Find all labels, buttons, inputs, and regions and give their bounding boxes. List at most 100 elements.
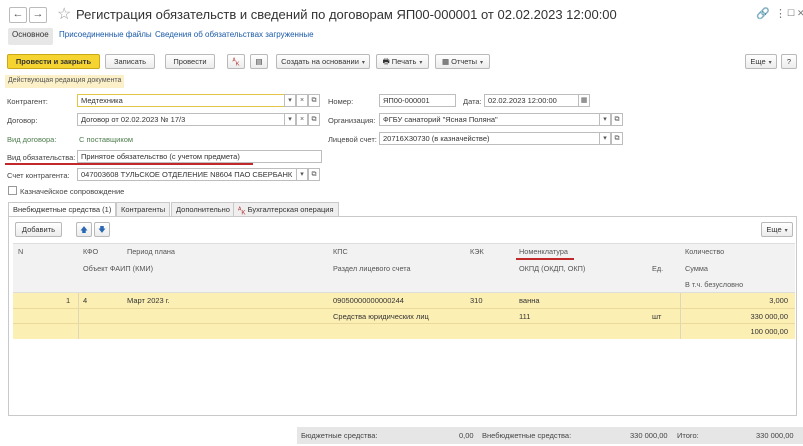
open-icon[interactable]: ⧉	[308, 113, 320, 126]
tab-main[interactable]: Основное	[8, 28, 53, 45]
contract-type-label: Вид договора:	[7, 135, 57, 144]
cell-kek: 310	[470, 296, 483, 305]
create-based-on-label: Создать на основании	[281, 57, 359, 66]
post-and-close-button[interactable]: Провести и закрыть	[7, 54, 100, 69]
dropdown-arrow-icon[interactable]: ▾	[599, 113, 611, 126]
col-n[interactable]: N	[18, 247, 23, 256]
cell-account-section: Средства юридических лиц	[333, 312, 429, 321]
tab-attached-files[interactable]: Присоединенные файлы	[59, 30, 152, 44]
counter-account-field[interactable]: 047003608 ТУЛЬСКОЕ ОТДЕЛЕНИЕ N8604 ПАО С…	[77, 168, 297, 181]
col-nomenclature[interactable]: Номенклатура	[519, 247, 568, 256]
cell-nomenclature: ванна	[519, 296, 540, 305]
col-unit[interactable]: Ед.	[652, 264, 663, 273]
post-button[interactable]: Провести	[165, 54, 215, 69]
row-divider	[13, 308, 795, 309]
dt-kt-icon[interactable]: ᴬK	[227, 54, 245, 69]
contract-label: Договор:	[7, 116, 38, 125]
dropdown-arrow-icon[interactable]: ▾	[284, 94, 296, 107]
help-button[interactable]: ?	[781, 54, 797, 69]
obligation-type-label: Вид обязательства:	[7, 153, 76, 162]
row-divider	[13, 323, 795, 324]
counter-account-label: Счет контрагента:	[7, 171, 70, 180]
tab-loaded-obligations[interactable]: Сведения об обязательствах загруженные	[155, 30, 314, 44]
extra-budget-label: Внебюджетные средства:	[482, 431, 572, 440]
extra-budget-value: 330 000,00	[630, 431, 668, 440]
contract-field[interactable]: Договор от 02.02.2023 № 17/3	[77, 113, 285, 126]
clear-icon[interactable]: ×	[296, 94, 308, 107]
organization-field[interactable]: ФГБУ санаторий "Ясная Поляна"	[379, 113, 600, 126]
add-row-button[interactable]: Добавить	[15, 222, 62, 237]
open-icon[interactable]: ⧉	[611, 132, 623, 145]
red-underline	[516, 258, 574, 260]
move-down-icon[interactable]: 🡇	[94, 222, 110, 237]
cell-okpd: 111	[519, 312, 531, 321]
journal-icon[interactable]: ▤	[250, 54, 268, 69]
tab-counterparties[interactable]: Контрагенты	[116, 202, 171, 217]
col-unconditional[interactable]: В т.ч. безусловно	[685, 280, 743, 289]
create-based-on-button[interactable]: Создать на основании ▾	[276, 54, 370, 69]
organization-label: Организация:	[328, 116, 376, 125]
write-button[interactable]: Записать	[105, 54, 155, 69]
print-button[interactable]: 🖶 Печать ▾	[376, 54, 429, 69]
counterparty-field[interactable]: Медтехника	[77, 94, 285, 107]
cell-quantity: 3,000	[769, 296, 788, 305]
col-kps[interactable]: КПС	[333, 247, 348, 256]
tab-extra-budget[interactable]: Внебюджетные средства (1)	[8, 202, 117, 217]
open-icon[interactable]: ⧉	[611, 113, 623, 126]
tab-additional[interactable]: Дополнительно	[171, 202, 235, 217]
move-up-icon[interactable]: 🡅	[76, 222, 92, 237]
cell-period: Март 2023 г.	[127, 296, 170, 305]
number-field[interactable]: ЯП00-000001	[379, 94, 456, 107]
cell-kps: 09050000000000244	[333, 296, 404, 305]
col-okpd[interactable]: ОКПД (ОКДП, ОКП)	[519, 264, 585, 273]
column-divider	[680, 293, 681, 339]
cell-sum: 330 000,00	[750, 312, 788, 321]
open-icon[interactable]: ⧉	[308, 168, 320, 181]
dropdown-arrow-icon: ▾	[419, 60, 423, 66]
grid-more-button[interactable]: Еще ▾	[761, 222, 793, 237]
column-divider	[78, 293, 79, 339]
more-button[interactable]: Еще ▾	[745, 54, 777, 69]
close-icon[interactable]: ✕	[797, 8, 803, 19]
budget-value: 0,00	[459, 431, 474, 440]
budget-label: Бюджетные средства:	[301, 431, 378, 440]
calendar-icon[interactable]: ▦	[578, 94, 590, 107]
col-period[interactable]: Период плана	[127, 247, 175, 256]
more-vertical-icon[interactable]: ⋮	[775, 7, 786, 20]
printer-icon: 🖶	[382, 57, 392, 66]
date-field[interactable]: 02.02.2023 12:00:00	[484, 94, 579, 107]
maximize-icon[interactable]: ☐	[787, 8, 795, 19]
reports-button[interactable]: ▦ Отчеты ▾	[435, 54, 490, 69]
col-faip-object[interactable]: Объект ФАИП (КМИ)	[83, 264, 153, 273]
clear-icon[interactable]: ×	[296, 113, 308, 126]
dropdown-arrow-icon[interactable]: ▾	[296, 168, 308, 181]
col-account-section[interactable]: Раздел лицевого счета	[333, 264, 411, 273]
tab-accounting-operation-label: Бухгалтерская операция	[247, 205, 334, 214]
contract-type-value: С поставщиком	[79, 135, 134, 144]
back-button[interactable]: ←	[9, 7, 27, 23]
link-icon[interactable]: 🔗	[756, 7, 770, 20]
dt-kt-icon: ᴬK	[238, 205, 246, 217]
favorite-star-icon[interactable]: ☆	[57, 4, 71, 24]
open-icon[interactable]: ⧉	[308, 94, 320, 107]
col-sum[interactable]: Сумма	[685, 264, 708, 273]
dropdown-arrow-icon[interactable]: ▾	[599, 132, 611, 145]
treasury-checkbox[interactable]	[8, 186, 17, 195]
tab-accounting-operation[interactable]: ᴬK Бухгалтерская операция	[233, 202, 339, 217]
account-field[interactable]: 20716Х30730 (в казначействе)	[379, 132, 600, 145]
total-label: Итого:	[677, 431, 699, 440]
dropdown-arrow-icon[interactable]: ▾	[284, 113, 296, 126]
reports-label: Отчеты	[451, 57, 478, 66]
obligation-type-field[interactable]: Принятое обязательство (с учетом предмет…	[77, 150, 322, 163]
col-kfo[interactable]: КФО	[83, 247, 98, 256]
forward-button[interactable]: →	[29, 7, 47, 23]
print-label: Печать	[391, 57, 417, 66]
grid-more-label: Еще	[766, 225, 782, 234]
cell-unconditional: 100 000,00	[750, 327, 788, 336]
cell-kfo: 4	[83, 296, 88, 305]
col-kek[interactable]: КЭК	[470, 247, 484, 256]
col-quantity[interactable]: Количество	[685, 247, 724, 256]
more-label: Еще	[750, 57, 766, 66]
dropdown-arrow-icon: ▾	[768, 60, 772, 66]
account-label: Лицевой счет:	[328, 135, 377, 144]
